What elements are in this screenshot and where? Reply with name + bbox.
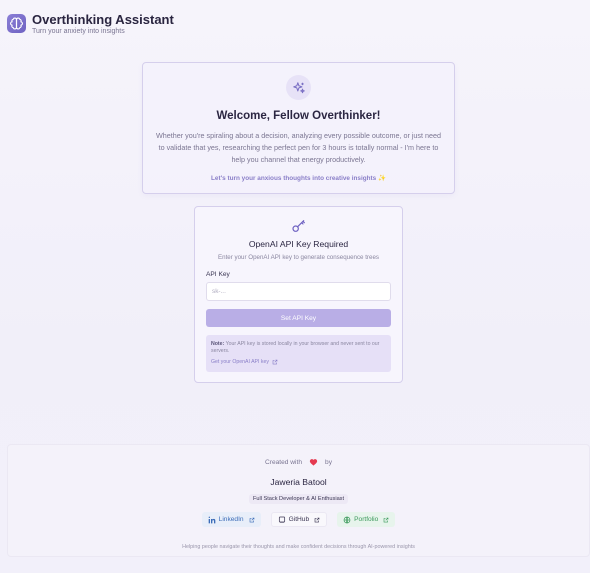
linkedin-link[interactable]: LinkedIn — [201, 512, 261, 527]
linkedin-label: LinkedIn — [218, 516, 244, 523]
author-role: Full Stack Developer & AI Enthusiast — [248, 494, 349, 504]
heart-icon — [309, 459, 318, 466]
github-icon — [278, 516, 285, 523]
welcome-title: Welcome, Fellow Overthinker! — [216, 110, 381, 122]
by-text: by — [325, 458, 332, 466]
footer: Created with by Jaweria Batool Full Stac… — [7, 444, 590, 557]
external-link-icon — [249, 517, 254, 522]
get-api-key-link[interactable]: Get your OpenAI API key — [211, 359, 386, 365]
linkedin-icon — [208, 516, 215, 523]
sparkles-icon — [286, 75, 311, 100]
portfolio-label: Portfolio — [354, 516, 379, 523]
github-label: GitHub — [288, 516, 310, 523]
app-title: Overthinking Assistant — [32, 12, 174, 27]
created-with-line: Created with by — [8, 458, 589, 466]
brain-icon — [7, 14, 26, 33]
external-link-icon — [384, 517, 389, 522]
external-link-icon — [272, 359, 278, 365]
welcome-card: Welcome, Fellow Overthinker! Whether you… — [142, 62, 455, 194]
api-card-description: Enter your OpenAI API key to generate co… — [218, 254, 379, 261]
set-api-key-button[interactable]: Set API Key — [206, 309, 391, 327]
note-text: Your API key is stored locally in your b… — [211, 341, 380, 354]
social-links: LinkedIn GitHub Portfolio — [8, 512, 589, 527]
api-key-note: Note: Your API key is stored locally in … — [206, 335, 391, 372]
key-icon — [291, 218, 307, 234]
created-with-text: Created with — [265, 458, 303, 466]
note-label: Note: — [211, 341, 225, 347]
api-card-title: OpenAI API Key Required — [248, 239, 349, 249]
api-key-input[interactable] — [206, 282, 391, 301]
app-header: Overthinking Assistant Turn your anxiety… — [7, 12, 174, 35]
external-link-icon — [314, 517, 320, 522]
github-link[interactable]: GitHub — [270, 512, 328, 527]
welcome-cta: Let's turn your anxious thoughts into cr… — [211, 175, 386, 182]
author-name: Jaweria Batool — [270, 477, 327, 487]
app-subtitle: Turn your anxiety into insights — [32, 28, 125, 35]
portfolio-link[interactable]: Portfolio — [337, 512, 396, 527]
api-key-label: API Key — [206, 271, 230, 278]
get-api-key-link-label: Get your OpenAI API key — [211, 359, 269, 365]
globe-icon — [343, 516, 351, 523]
api-key-card: OpenAI API Key Required Enter your OpenA… — [194, 206, 403, 383]
welcome-body: Whether you're spiraling about a decisio… — [155, 131, 442, 164]
footer-tagline: Helping people navigate their thoughts a… — [182, 544, 415, 550]
